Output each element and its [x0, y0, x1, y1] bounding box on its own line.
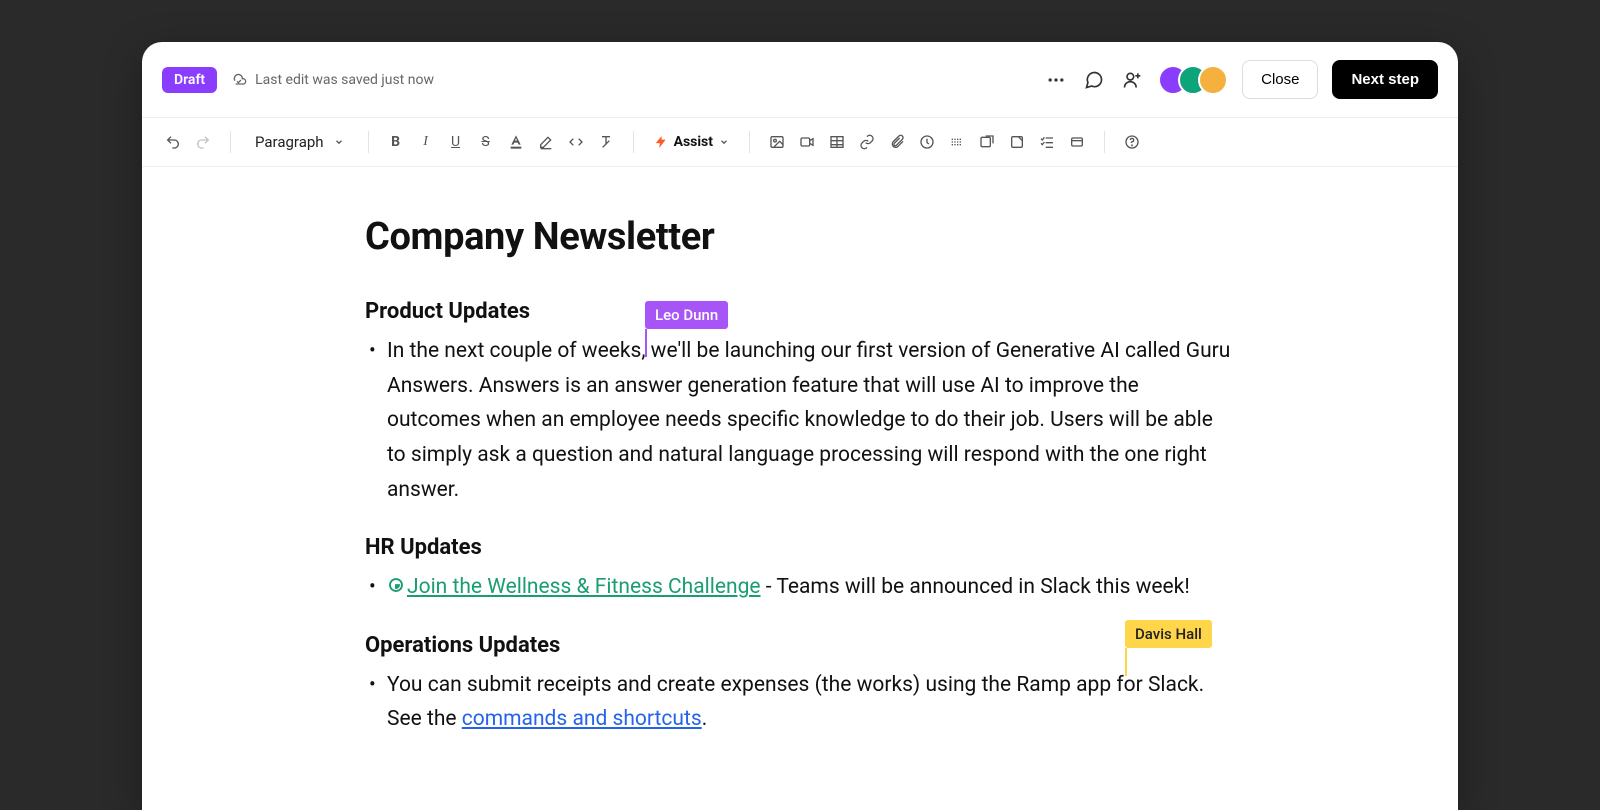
- list-item[interactable]: Join the Wellness & Fitness Challenge - …: [365, 570, 1235, 605]
- avatar: [1198, 65, 1228, 95]
- topbar: Draft Last edit was saved just now Close: [142, 42, 1458, 118]
- help-button[interactable]: [1119, 128, 1145, 156]
- block-button[interactable]: [1064, 128, 1090, 156]
- embed-button[interactable]: [974, 128, 1000, 156]
- section-heading-ops[interactable]: Operations Updates: [365, 633, 1235, 658]
- strikethrough-button[interactable]: S: [473, 128, 499, 156]
- editor-window: Draft Last edit was saved just now Close: [142, 42, 1458, 810]
- topbar-left: Draft Last edit was saved just now: [162, 67, 434, 93]
- divider-button[interactable]: [944, 128, 970, 156]
- redo-button[interactable]: [190, 128, 216, 156]
- cloud-check-icon: [231, 72, 247, 88]
- guru-card-button[interactable]: [914, 128, 940, 156]
- highlight-button[interactable]: [533, 128, 559, 156]
- image-button[interactable]: [764, 128, 790, 156]
- italic-button[interactable]: I: [413, 128, 439, 156]
- collaborator-avatars[interactable]: [1158, 65, 1228, 95]
- code-inline-button[interactable]: [563, 128, 589, 156]
- document-body[interactable]: Company Newsletter Product Updates In th…: [365, 167, 1235, 810]
- video-button[interactable]: [794, 128, 820, 156]
- table-button[interactable]: [824, 128, 850, 156]
- guru-link-icon: [387, 576, 405, 594]
- list-item[interactable]: In the next couple of weeks, we'll be la…: [365, 334, 1235, 507]
- list-item[interactable]: You can submit receipts and create expen…: [365, 668, 1235, 737]
- next-step-button[interactable]: Next step: [1332, 60, 1438, 99]
- ops-link[interactable]: commands and shortcuts: [462, 707, 702, 731]
- text-color-button[interactable]: [503, 128, 529, 156]
- page-title[interactable]: Company Newsletter: [365, 215, 1235, 259]
- assist-label: Assist: [674, 134, 713, 150]
- ops-text-post: .: [702, 707, 708, 731]
- comment-icon[interactable]: [1082, 68, 1106, 92]
- hr-link[interactable]: Join the Wellness & Fitness Challenge: [407, 575, 761, 599]
- topbar-right: Close Next step: [1044, 60, 1438, 99]
- paragraph-style-label: Paragraph: [255, 133, 324, 151]
- draft-badge: Draft: [162, 67, 217, 93]
- save-status-text: Last edit was saved just now: [255, 72, 434, 88]
- underline-button[interactable]: U: [443, 128, 469, 156]
- link-button[interactable]: [854, 128, 880, 156]
- close-button[interactable]: Close: [1242, 60, 1318, 99]
- iframe-button[interactable]: [1004, 128, 1030, 156]
- section-heading-product[interactable]: Product Updates: [365, 299, 1235, 324]
- chevron-down-icon: [334, 137, 344, 147]
- save-status: Last edit was saved just now: [231, 72, 434, 88]
- more-icon[interactable]: [1044, 68, 1068, 92]
- format-toolbar: Paragraph B I U S Assist: [142, 118, 1458, 167]
- bold-button[interactable]: B: [383, 128, 409, 156]
- clear-format-button[interactable]: [593, 128, 619, 156]
- checklist-button[interactable]: [1034, 128, 1060, 156]
- add-person-icon[interactable]: [1120, 68, 1144, 92]
- document-scroll[interactable]: Company Newsletter Product Updates In th…: [142, 167, 1458, 810]
- attachment-button[interactable]: [884, 128, 910, 156]
- assist-button[interactable]: Assist: [648, 134, 735, 150]
- undo-button[interactable]: [160, 128, 186, 156]
- hr-after-link: - Teams will be announced in Slack this …: [761, 575, 1190, 599]
- section-heading-hr[interactable]: HR Updates: [365, 535, 1235, 560]
- chevron-down-icon: [719, 137, 729, 147]
- paragraph-style-select[interactable]: Paragraph: [245, 133, 354, 151]
